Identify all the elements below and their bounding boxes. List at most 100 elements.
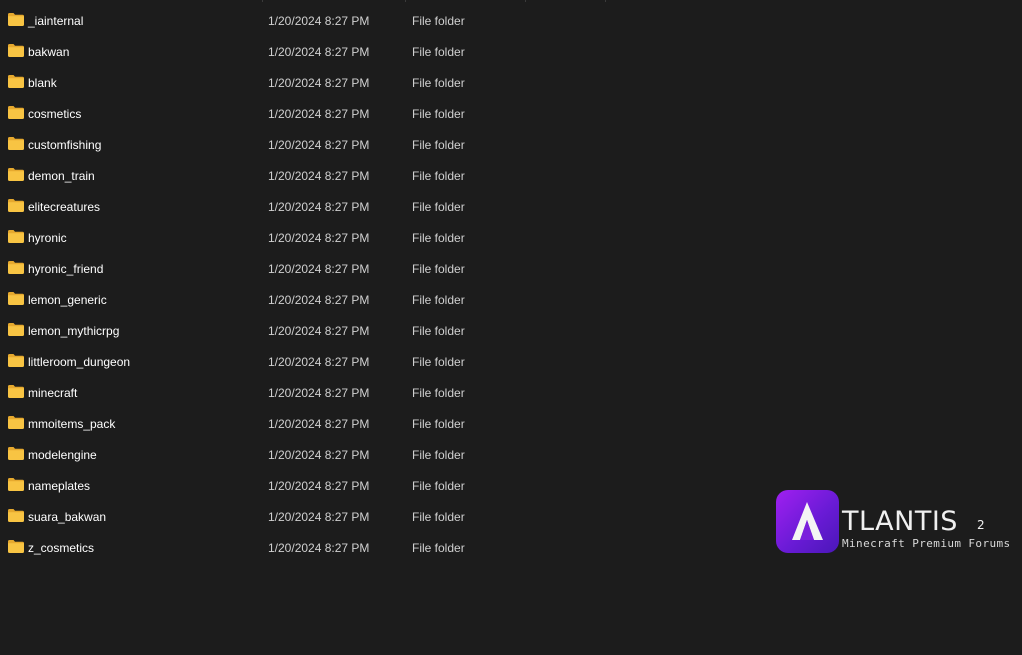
file-row[interactable]: customfishing 1/20/2024 8:27 PM File folde… [0,129,700,160]
file-row[interactable]: blank 1/20/2024 8:27 PM File folder [0,67,700,98]
file-type: File folder [412,137,465,152]
file-type: File folder [412,44,465,59]
file-row[interactable]: minecraft 1/20/2024 8:27 PM File folder [0,377,700,408]
file-date-modified: 1/20/2024 8:27 PM [268,261,370,276]
file-name[interactable]: hyronic [28,231,67,245]
file-name[interactable]: suara_bakwan [28,510,106,524]
folder-icon [8,447,24,460]
file-date-modified: 1/20/2024 8:27 PM [268,137,370,152]
file-date-modified: 1/20/2024 8:27 PM [268,416,370,431]
file-row[interactable]: elitecreatures 1/20/2024 8:27 PM File fold… [0,191,700,222]
file-row[interactable]: modelengine 1/20/2024 8:27 PM File folder [0,439,700,470]
column-divider[interactable] [525,0,526,2]
watermark-title: TLANTIS [842,506,958,537]
file-name[interactable]: lemon_generic [28,293,107,307]
file-type: File folder [412,230,465,245]
file-row[interactable]: suara_bakwan 1/20/2024 8:27 PM File folder [0,501,700,532]
file-date-modified: 1/20/2024 8:27 PM [268,199,370,214]
file-name[interactable]: mmoitems_pack [28,417,115,431]
atlantis-logo-icon [776,490,839,553]
file-name[interactable]: cosmetics [28,107,81,121]
file-name[interactable]: nameplates [28,479,90,493]
column-divider[interactable] [405,0,406,2]
file-date-modified: 1/20/2024 8:27 PM [268,354,370,369]
file-row[interactable]: hyronic 1/20/2024 8:27 PM File folder [0,222,700,253]
file-row[interactable]: littleroom_dungeon 1/20/2024 8:27 PM File … [0,346,700,377]
file-name[interactable]: customfishing [28,138,101,152]
folder-icon [8,323,24,336]
file-row[interactable]: _iainternal 1/20/2024 8:27 PM File folder [0,5,700,36]
file-name[interactable]: _iainternal [28,14,83,28]
folder-icon [8,230,24,243]
file-date-modified: 1/20/2024 8:27 PM [268,75,370,90]
file-type: File folder [412,323,465,338]
file-name[interactable]: blank [28,76,57,90]
file-type: File folder [412,13,465,28]
file-date-modified: 1/20/2024 8:27 PM [268,106,370,121]
file-row[interactable]: bakwan 1/20/2024 8:27 PM File folder [0,36,700,67]
folder-icon [8,478,24,491]
file-name[interactable]: modelengine [28,448,97,462]
folder-icon [8,292,24,305]
folder-icon [8,168,24,181]
column-divider[interactable] [262,0,263,2]
file-type: File folder [412,261,465,276]
folder-icon [8,540,24,553]
column-header-dividers [0,0,1022,2]
file-name[interactable]: demon_train [28,169,95,183]
file-date-modified: 1/20/2024 8:27 PM [268,168,370,183]
file-name[interactable]: elitecreatures [28,200,100,214]
file-type: File folder [412,416,465,431]
file-type: File folder [412,447,465,462]
atlantis-watermark: TLANTIS 2 Minecraft Premium Forums [776,490,1016,554]
file-row[interactable]: cosmetics 1/20/2024 8:27 PM File folder [0,98,700,129]
file-date-modified: 1/20/2024 8:27 PM [268,323,370,338]
folder-icon [8,509,24,522]
file-name[interactable]: lemon_mythicrpg [28,324,119,338]
file-type: File folder [412,292,465,307]
file-type: File folder [412,106,465,121]
folder-icon [8,13,24,26]
file-type: File folder [412,75,465,90]
file-row[interactable]: lemon_mythicrpg 1/20/2024 8:27 PM File fol… [0,315,700,346]
folder-icon [8,354,24,367]
folder-icon [8,261,24,274]
folder-icon [8,106,24,119]
folder-icon [8,44,24,57]
file-date-modified: 1/20/2024 8:27 PM [268,44,370,59]
file-type: File folder [412,540,465,555]
file-date-modified: 1/20/2024 8:27 PM [268,509,370,524]
file-type: File folder [412,385,465,400]
file-row[interactable]: hyronic_friend 1/20/2024 8:27 PM File fold… [0,253,700,284]
file-name[interactable]: z_cosmetics [28,541,94,555]
file-row[interactable]: nameplates 1/20/2024 8:27 PM File folder [0,470,700,501]
folder-icon [8,416,24,429]
column-divider[interactable] [605,0,606,2]
watermark-subtitle: Minecraft Premium Forums [842,537,1011,550]
file-date-modified: 1/20/2024 8:27 PM [268,478,370,493]
file-name[interactable]: bakwan [28,45,69,59]
file-name[interactable]: minecraft [28,386,77,400]
file-list: _iainternal 1/20/2024 8:27 PM File folder b… [0,5,700,563]
file-name[interactable]: littleroom_dungeon [28,355,130,369]
file-date-modified: 1/20/2024 8:27 PM [268,13,370,28]
file-type: File folder [412,199,465,214]
file-type: File folder [412,478,465,493]
folder-icon [8,199,24,212]
file-row[interactable]: demon_train 1/20/2024 8:27 PM File folder [0,160,700,191]
file-row[interactable]: z_cosmetics 1/20/2024 8:27 PM File folder [0,532,700,563]
file-row[interactable]: mmoitems_pack 1/20/2024 8:27 PM File folde… [0,408,700,439]
file-explorer-window: _iainternal 1/20/2024 8:27 PM File folder b… [0,0,1022,655]
file-type: File folder [412,509,465,524]
folder-icon [8,385,24,398]
file-type: File folder [412,354,465,369]
watermark-superscript: 2 [977,518,985,532]
file-type: File folder [412,168,465,183]
file-date-modified: 1/20/2024 8:27 PM [268,540,370,555]
folder-icon [8,137,24,150]
file-date-modified: 1/20/2024 8:27 PM [268,292,370,307]
file-name[interactable]: hyronic_friend [28,262,103,276]
folder-icon [8,75,24,88]
file-date-modified: 1/20/2024 8:27 PM [268,447,370,462]
file-row[interactable]: lemon_generic 1/20/2024 8:27 PM File folde… [0,284,700,315]
